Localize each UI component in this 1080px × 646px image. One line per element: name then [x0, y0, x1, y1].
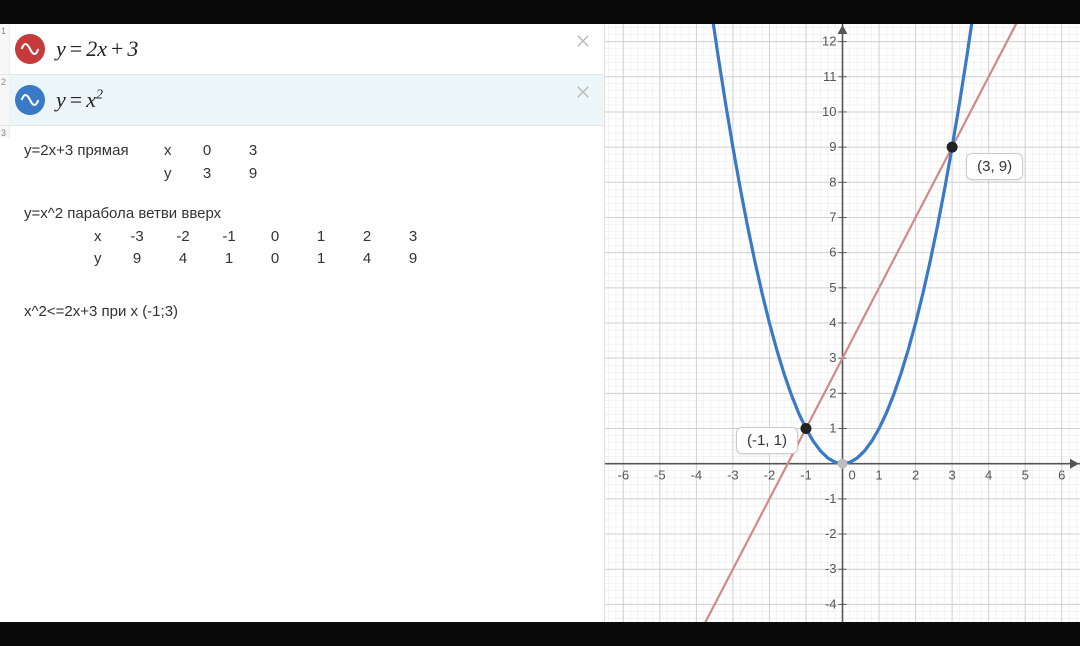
row-icon-container[interactable] [10, 75, 50, 125]
svg-text:11: 11 [823, 69, 837, 84]
row-index: 2 [0, 75, 10, 125]
inequality-note: x^2<=2x+3 при x (-1;3) [24, 301, 596, 324]
row-index: 3 [0, 126, 10, 138]
table-cell: 0 [252, 248, 298, 271]
svg-text:8: 8 [829, 174, 836, 189]
table-cell: 1 [298, 226, 344, 249]
table-cell: -1 [206, 226, 252, 249]
line-desc: y=2x+3 прямая [24, 140, 154, 163]
svg-text:-3: -3 [825, 561, 837, 576]
svg-text:4: 4 [985, 468, 992, 483]
table-cell: 3 [390, 226, 436, 249]
table-cell: 0 [252, 226, 298, 249]
content: 1 y=2x+3 2 [0, 24, 1080, 622]
table-cell: x [84, 226, 114, 249]
row-icon-container[interactable] [10, 24, 50, 74]
svg-text:-5: -5 [654, 468, 666, 483]
table-cell: 4 [344, 248, 390, 271]
point-label[interactable]: (-1, 1) [736, 427, 798, 454]
svg-text:-1: -1 [825, 491, 837, 506]
table-cell: 2 [344, 226, 390, 249]
svg-text:2: 2 [912, 468, 919, 483]
table-cell: x [154, 140, 184, 163]
expression-text: y=x2 [56, 87, 103, 113]
table-cell: y [154, 163, 184, 186]
delete-expression-button[interactable] [572, 30, 594, 52]
table-cell: 3 [184, 163, 230, 186]
top-letterbox [0, 0, 1080, 24]
notes-area[interactable]: y=2x+3 прямая x 0 3 y 3 9 y [10, 126, 604, 341]
svg-text:3: 3 [948, 468, 955, 483]
delete-expression-button[interactable] [572, 81, 594, 103]
wave-icon [15, 85, 45, 115]
table-cell: y [84, 248, 114, 271]
table-cell: -2 [160, 226, 206, 249]
table-cell: 4 [160, 248, 206, 271]
table-cell: 0 [184, 140, 230, 163]
table-cell: 9 [390, 248, 436, 271]
expression-row-3[interactable]: 3 y=2x+3 прямая x 0 3 y 3 9 [0, 126, 604, 341]
svg-text:-3: -3 [727, 468, 739, 483]
svg-text:0: 0 [849, 468, 856, 483]
table-cell: 1 [298, 248, 344, 271]
svg-text:6: 6 [829, 245, 836, 260]
table-cell: 9 [230, 163, 276, 186]
svg-text:12: 12 [822, 34, 836, 49]
svg-text:1: 1 [875, 468, 882, 483]
svg-text:5: 5 [829, 280, 836, 295]
svg-text:-4: -4 [825, 596, 837, 611]
svg-text:9: 9 [829, 139, 836, 154]
close-icon [574, 83, 592, 101]
row-index: 1 [0, 24, 10, 74]
expression-input[interactable]: y=2x+3 [50, 24, 604, 74]
table-cell: -3 [114, 226, 160, 249]
bottom-letterbox [0, 622, 1080, 646]
expression-input[interactable]: y=x2 [50, 75, 604, 125]
svg-text:-2: -2 [764, 468, 776, 483]
svg-text:5: 5 [1022, 468, 1029, 483]
app-root: 1 y=2x+3 2 [0, 0, 1080, 646]
svg-text:10: 10 [822, 104, 836, 119]
line-notes: y=2x+3 прямая x 0 3 y 3 9 [24, 140, 596, 185]
table-cell: 9 [114, 248, 160, 271]
close-icon [574, 32, 592, 50]
svg-text:2: 2 [829, 385, 836, 400]
svg-text:1: 1 [829, 421, 836, 436]
parabola-notes: y=x^2 парабола ветви вверх x -3 -2 -1 0 … [24, 203, 596, 271]
graph-area[interactable]: -6-5-4-3-2-10123456-4-3-2-11234567891011… [605, 24, 1080, 622]
parabola-desc: y=x^2 парабола ветви вверх [24, 203, 596, 226]
svg-text:-2: -2 [825, 526, 837, 541]
table-cell: 1 [206, 248, 252, 271]
svg-text:7: 7 [829, 209, 836, 224]
svg-text:-4: -4 [691, 468, 703, 483]
expression-panel: 1 y=2x+3 2 [0, 24, 605, 622]
wave-icon [15, 34, 45, 64]
graph-svg: -6-5-4-3-2-10123456-4-3-2-11234567891011… [605, 24, 1080, 622]
point-label[interactable]: (3, 9) [966, 153, 1023, 180]
expression-row-2[interactable]: 2 y=x2 [0, 75, 604, 126]
svg-text:-1: -1 [800, 468, 812, 483]
expression-text: y=2x+3 [56, 36, 138, 62]
svg-text:3: 3 [829, 350, 836, 365]
svg-text:-6: -6 [617, 468, 629, 483]
svg-text:4: 4 [829, 315, 836, 330]
table-cell: 3 [230, 140, 276, 163]
expression-row-1[interactable]: 1 y=2x+3 [0, 24, 604, 75]
svg-text:6: 6 [1058, 468, 1065, 483]
